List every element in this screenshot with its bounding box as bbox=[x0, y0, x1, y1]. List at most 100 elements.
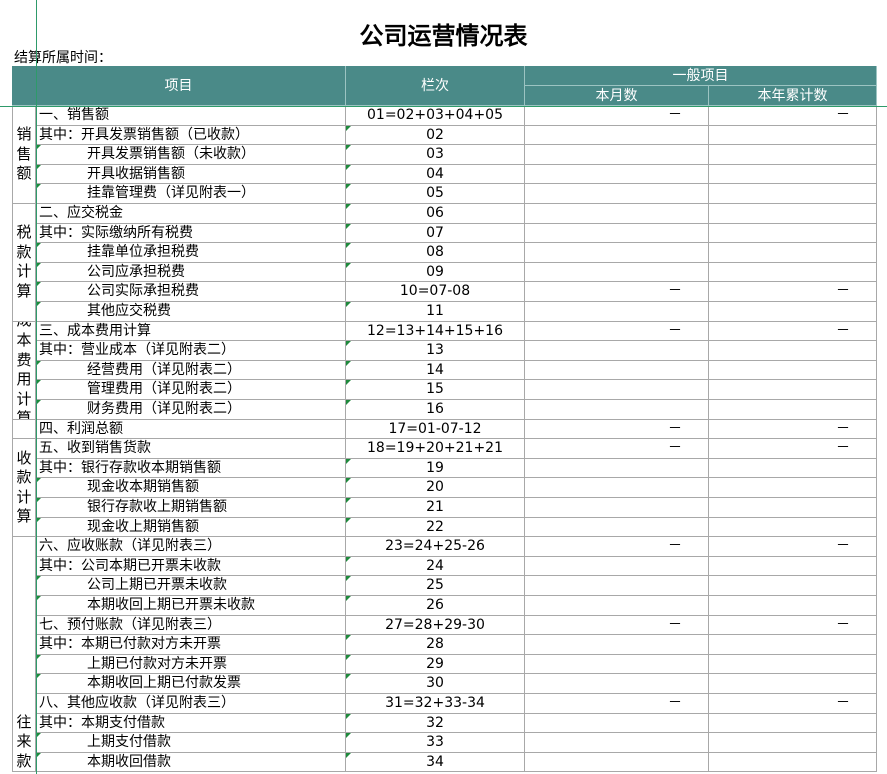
month-cell[interactable]: － bbox=[525, 106, 709, 126]
year-cell[interactable] bbox=[709, 753, 877, 773]
item-cell[interactable]: 其中：本期支付借款 bbox=[36, 714, 346, 734]
item-cell[interactable]: 上期支付借款 bbox=[36, 733, 346, 753]
code-cell[interactable]: 13 bbox=[346, 341, 525, 361]
month-cell[interactable] bbox=[525, 478, 709, 498]
year-cell[interactable] bbox=[709, 380, 877, 400]
code-cell[interactable]: 03 bbox=[346, 145, 525, 165]
month-cell[interactable] bbox=[525, 341, 709, 361]
month-cell[interactable] bbox=[525, 224, 709, 244]
item-cell[interactable]: 现金收上期销售额 bbox=[36, 518, 346, 538]
item-cell[interactable]: 其中：银行存款收本期销售额 bbox=[36, 459, 346, 479]
code-cell[interactable]: 14 bbox=[346, 361, 525, 381]
month-cell[interactable]: － bbox=[525, 537, 709, 557]
header-code[interactable]: 栏次 bbox=[346, 66, 525, 106]
code-cell[interactable]: 33 bbox=[346, 733, 525, 753]
year-cell[interactable] bbox=[709, 204, 877, 224]
code-cell[interactable]: 10=07-08 bbox=[346, 282, 525, 302]
group-label-cell[interactable]: 收款计算 bbox=[12, 439, 36, 537]
code-cell[interactable]: 23=24+25-26 bbox=[346, 537, 525, 557]
item-cell[interactable]: 八、其他应收款（详见附表三） bbox=[36, 694, 346, 714]
month-cell[interactable]: － bbox=[525, 420, 709, 440]
code-cell[interactable]: 20 bbox=[346, 478, 525, 498]
year-cell[interactable] bbox=[709, 459, 877, 479]
month-cell[interactable] bbox=[525, 674, 709, 694]
item-cell[interactable]: 五、收到销售货款 bbox=[36, 439, 346, 459]
code-cell[interactable]: 09 bbox=[346, 263, 525, 283]
code-cell[interactable]: 34 bbox=[346, 753, 525, 773]
month-cell[interactable] bbox=[525, 302, 709, 322]
item-cell[interactable]: 六、应收账款（详见附表三） bbox=[36, 537, 346, 557]
header-general[interactable]: 一般项目 bbox=[525, 66, 877, 86]
group-label-cell[interactable]: 税款计算 bbox=[12, 204, 36, 322]
code-cell[interactable]: 01=02+03+04+05 bbox=[346, 106, 525, 126]
year-cell[interactable] bbox=[709, 165, 877, 185]
month-cell[interactable] bbox=[525, 459, 709, 479]
month-cell[interactable]: － bbox=[525, 322, 709, 342]
month-cell[interactable] bbox=[525, 204, 709, 224]
year-cell[interactable] bbox=[709, 361, 877, 381]
item-cell[interactable]: 其中：本期已付款对方未开票 bbox=[36, 635, 346, 655]
month-cell[interactable]: － bbox=[525, 694, 709, 714]
month-cell[interactable] bbox=[525, 655, 709, 675]
code-cell[interactable]: 22 bbox=[346, 518, 525, 538]
item-cell[interactable]: 经营费用（详见附表二） bbox=[36, 361, 346, 381]
group-label-cell[interactable] bbox=[12, 420, 36, 440]
year-cell[interactable]: － bbox=[709, 616, 877, 636]
year-cell[interactable] bbox=[709, 478, 877, 498]
month-cell[interactable] bbox=[525, 263, 709, 283]
year-cell[interactable] bbox=[709, 263, 877, 283]
item-cell[interactable]: 其中：营业成本（详见附表二） bbox=[36, 341, 346, 361]
month-cell[interactable] bbox=[525, 518, 709, 538]
item-cell[interactable]: 公司应承担税费 bbox=[36, 263, 346, 283]
year-cell[interactable] bbox=[709, 674, 877, 694]
code-cell[interactable]: 11 bbox=[346, 302, 525, 322]
year-cell[interactable] bbox=[709, 302, 877, 322]
item-cell[interactable]: 七、预付账款（详见附表三） bbox=[36, 616, 346, 636]
year-cell[interactable]: － bbox=[709, 439, 877, 459]
code-cell[interactable]: 16 bbox=[346, 400, 525, 420]
item-cell[interactable]: 银行存款收上期销售额 bbox=[36, 498, 346, 518]
item-cell[interactable]: 本期收回上期已付款发票 bbox=[36, 674, 346, 694]
year-cell[interactable] bbox=[709, 145, 877, 165]
year-cell[interactable]: － bbox=[709, 322, 877, 342]
item-cell[interactable]: 现金收本期销售额 bbox=[36, 478, 346, 498]
item-cell[interactable]: 公司上期已开票未收款 bbox=[36, 576, 346, 596]
code-cell[interactable]: 31=32+33-34 bbox=[346, 694, 525, 714]
group-label-cell[interactable]: 成本费用计算 bbox=[12, 322, 36, 420]
year-cell[interactable] bbox=[709, 224, 877, 244]
year-cell[interactable] bbox=[709, 184, 877, 204]
year-cell[interactable] bbox=[709, 635, 877, 655]
code-cell[interactable]: 12=13+14+15+16 bbox=[346, 322, 525, 342]
month-cell[interactable] bbox=[525, 596, 709, 616]
year-cell[interactable] bbox=[709, 498, 877, 518]
month-cell[interactable] bbox=[525, 361, 709, 381]
month-cell[interactable] bbox=[525, 753, 709, 773]
month-cell[interactable] bbox=[525, 184, 709, 204]
year-cell[interactable]: － bbox=[709, 282, 877, 302]
year-cell[interactable] bbox=[709, 400, 877, 420]
month-cell[interactable] bbox=[525, 145, 709, 165]
month-cell[interactable] bbox=[525, 498, 709, 518]
code-cell[interactable]: 08 bbox=[346, 243, 525, 263]
month-cell[interactable] bbox=[525, 557, 709, 577]
month-cell[interactable]: － bbox=[525, 616, 709, 636]
code-cell[interactable]: 21 bbox=[346, 498, 525, 518]
year-cell[interactable]: － bbox=[709, 537, 877, 557]
item-cell[interactable]: 其他应交税费 bbox=[36, 302, 346, 322]
month-cell[interactable] bbox=[525, 635, 709, 655]
item-cell[interactable]: 本期收回上期已开票未收款 bbox=[36, 596, 346, 616]
year-cell[interactable] bbox=[709, 576, 877, 596]
code-cell[interactable]: 28 bbox=[346, 635, 525, 655]
code-cell[interactable]: 19 bbox=[346, 459, 525, 479]
month-cell[interactable] bbox=[525, 380, 709, 400]
group-label-cell[interactable]: 销售额 bbox=[12, 106, 36, 204]
item-cell[interactable]: 上期已付款对方未开票 bbox=[36, 655, 346, 675]
code-cell[interactable]: 17=01-07-12 bbox=[346, 420, 525, 440]
month-cell[interactable] bbox=[525, 714, 709, 734]
code-cell[interactable]: 24 bbox=[346, 557, 525, 577]
item-cell[interactable]: 三、成本费用计算 bbox=[36, 322, 346, 342]
item-cell[interactable]: 财务费用（详见附表二） bbox=[36, 400, 346, 420]
month-cell[interactable] bbox=[525, 733, 709, 753]
year-cell[interactable] bbox=[709, 557, 877, 577]
month-cell[interactable] bbox=[525, 126, 709, 146]
